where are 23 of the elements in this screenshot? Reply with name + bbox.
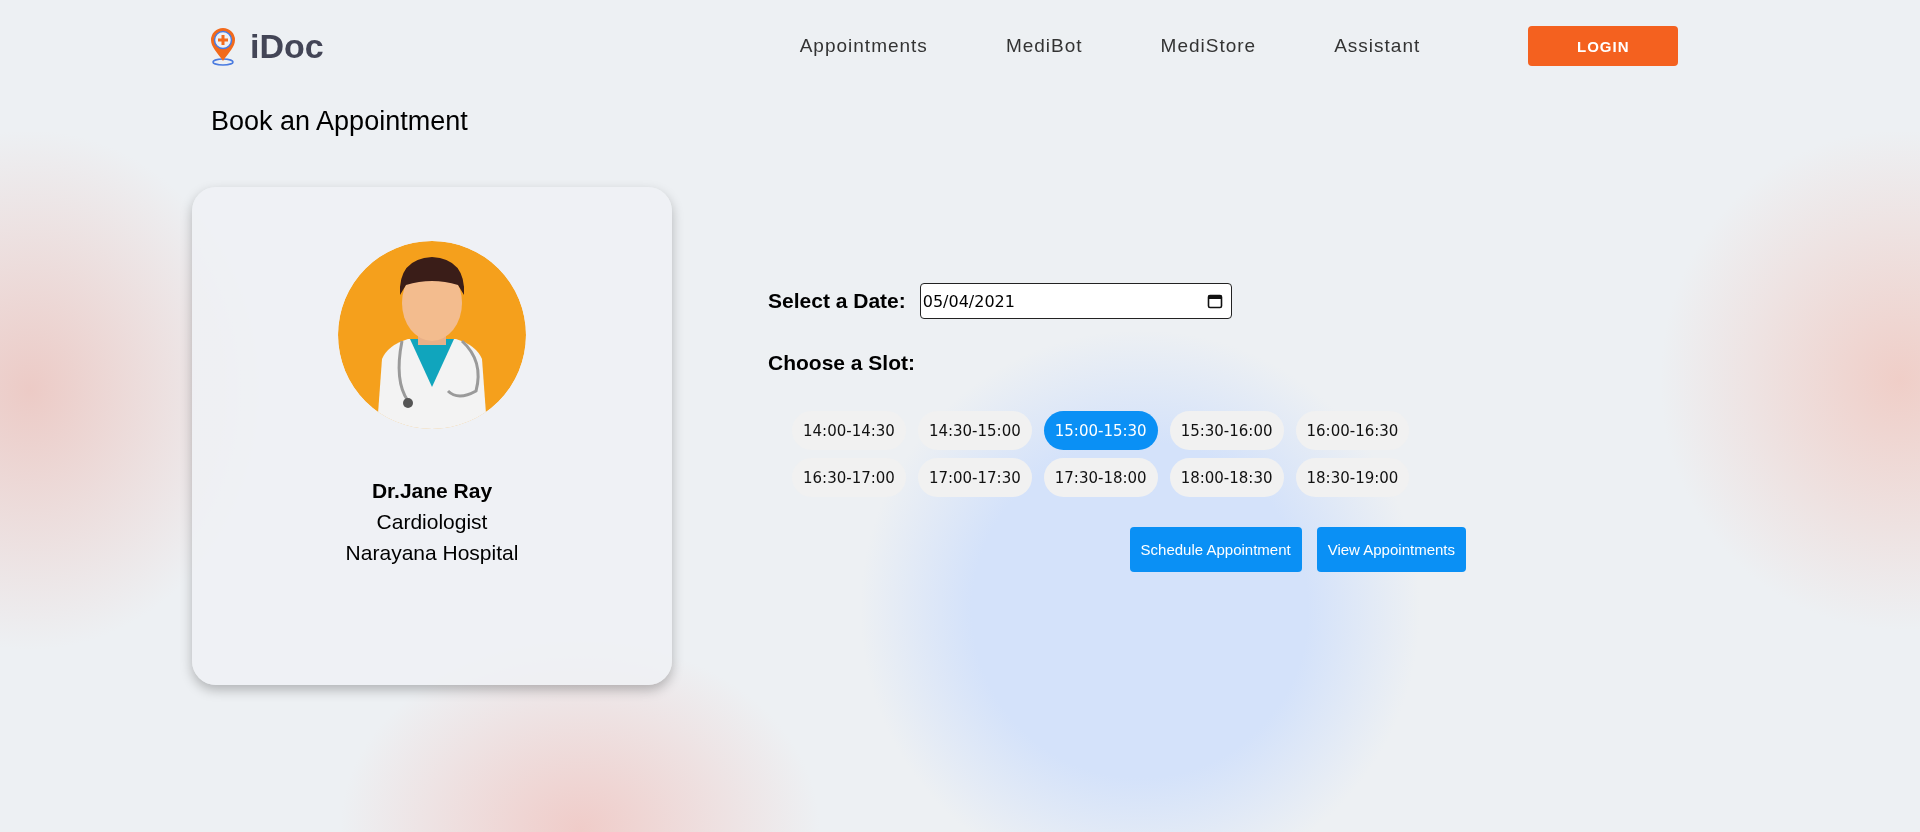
time-slot[interactable]: 14:00-14:30 bbox=[792, 411, 906, 450]
doctor-specialty: Cardiologist bbox=[376, 509, 488, 535]
slot-label: Choose a Slot: bbox=[768, 351, 916, 375]
date-field[interactable]: 05/04/2021 bbox=[919, 283, 1232, 319]
time-slot[interactable]: 14:30-15:00 bbox=[917, 411, 1032, 450]
hospital-name: Narayana Hospital bbox=[345, 540, 519, 566]
time-slot[interactable]: 18:00-18:30 bbox=[1169, 458, 1284, 497]
time-slot[interactable]: 17:00-17:30 bbox=[917, 458, 1032, 497]
brand-name[interactable]: iDoc bbox=[250, 26, 324, 66]
nav-link[interactable]: Appointments bbox=[799, 35, 928, 57]
doctor-name: Dr.Jane Ray bbox=[371, 478, 493, 504]
nav-link[interactable]: MediStore bbox=[1160, 35, 1257, 57]
time-slot[interactable]: 18:30-19:00 bbox=[1295, 458, 1410, 497]
time-slot[interactable]: 17:30-18:00 bbox=[1043, 458, 1158, 497]
nav-link[interactable]: MediBot bbox=[1005, 35, 1083, 57]
location-pin-plus-icon[interactable] bbox=[208, 26, 238, 66]
date-label: Select a Date: bbox=[768, 289, 906, 313]
time-slot[interactable]: 16:00-16:30 bbox=[1295, 411, 1410, 450]
nav-link[interactable]: Assistant bbox=[1334, 35, 1421, 57]
time-slot[interactable]: 15:30-16:00 bbox=[1169, 411, 1284, 450]
calendar-icon[interactable] bbox=[1206, 293, 1223, 309]
page-title: Book an Appointment bbox=[211, 106, 469, 137]
time-slot[interactable]: 16:30-17:00 bbox=[792, 458, 906, 497]
